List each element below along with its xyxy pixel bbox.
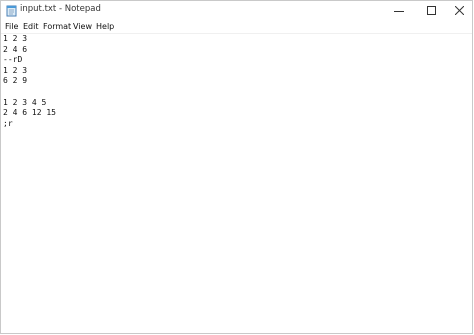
text-line: 2 4 6 <box>3 44 28 54</box>
close-icon <box>454 6 464 15</box>
menu-view[interactable]: View <box>73 20 92 33</box>
maximize-icon <box>426 6 436 15</box>
text-line: 1 2 3 <box>3 65 28 75</box>
menu-help[interactable]: Help <box>96 20 114 33</box>
notepad-icon <box>6 5 17 17</box>
title-bar[interactable]: input.txt - Notepad <box>1 1 472 20</box>
text-line: 2 4 6 12 15 <box>3 108 56 118</box>
close-button[interactable] <box>441 1 474 20</box>
text-editor[interactable]: 1 2 3 2 4 6 --rD 1 2 3 6 2 9 1 2 3 4 5 2… <box>1 33 472 333</box>
notepad-window: input.txt - Notepad File Edit Format Vie… <box>0 0 473 334</box>
menu-file[interactable]: File <box>5 20 18 33</box>
minimize-button[interactable] <box>381 1 417 20</box>
menu-format[interactable]: Format <box>43 20 71 33</box>
window-title: input.txt - Notepad <box>20 4 101 14</box>
minimize-icon <box>394 10 404 12</box>
menu-edit[interactable]: Edit <box>23 20 39 33</box>
text-line: ;r <box>3 118 13 128</box>
menu-bar: File Edit Format View Help <box>1 20 472 33</box>
text-line: --rD <box>3 55 23 65</box>
text-line: 6 2 9 <box>3 76 28 86</box>
text-line: 1 2 3 <box>3 34 28 43</box>
text-line: 1 2 3 4 5 <box>3 97 47 107</box>
